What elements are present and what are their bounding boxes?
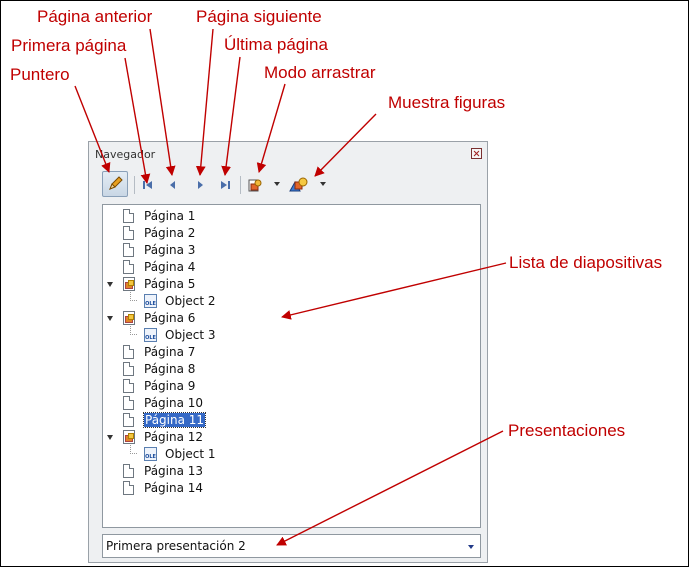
arrow-muestra-figuras	[314, 113, 377, 177]
arrow-primera-pagina	[124, 57, 151, 184]
arrow-presentaciones	[276, 430, 504, 546]
arrow-pagina-anterior	[149, 28, 176, 176]
arrow-lista-diapositivas	[281, 262, 507, 320]
arrow-modo-arrastrar	[256, 83, 286, 173]
arrow-ultima-pagina	[221, 56, 241, 176]
arrow-pagina-siguiente	[195, 28, 214, 176]
annotation-arrows	[74, 28, 507, 546]
arrow-puntero	[74, 85, 111, 173]
